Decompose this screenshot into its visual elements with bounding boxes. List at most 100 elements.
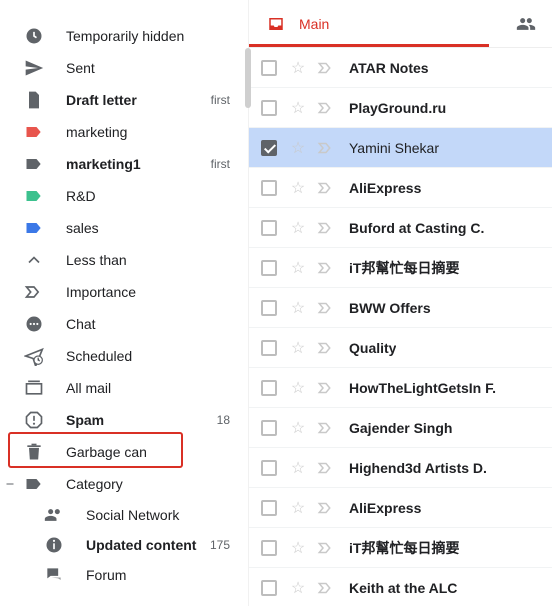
sidebar-item-draft-letter[interactable]: Draft letterfirst	[0, 84, 248, 116]
mail-row[interactable]: ☆iT邦幫忙每日摘要	[249, 528, 552, 568]
mail-row[interactable]: ☆ Highend3d Artists D.	[249, 448, 552, 488]
star-icon[interactable]: ☆	[289, 298, 307, 318]
checkbox[interactable]	[261, 180, 277, 196]
importance-icon[interactable]	[317, 459, 335, 477]
importance-icon[interactable]	[317, 99, 335, 117]
mail-row[interactable]: ☆Gajender Singh	[249, 408, 552, 448]
importance-icon[interactable]	[317, 179, 335, 197]
importance-icon[interactable]	[317, 299, 335, 317]
sidebar-item-label: Importance	[66, 284, 136, 300]
sender-name: AliExpress	[349, 500, 421, 516]
mail-row[interactable]: ☆Yamini Shekar	[249, 128, 552, 168]
importance-icon[interactable]	[317, 379, 335, 397]
sender-name: Highend3d Artists D.	[349, 460, 487, 476]
checkbox[interactable]	[261, 140, 277, 156]
sidebar-item-category[interactable]: Category	[0, 468, 248, 500]
sidebar-item-chat[interactable]: Chat	[0, 308, 248, 340]
checkbox[interactable]	[261, 340, 277, 356]
sidebar-item-label: All mail	[66, 380, 111, 396]
sidebar-item-label: Chat	[66, 316, 96, 332]
checkbox[interactable]	[261, 540, 277, 556]
sender-name: ATAR Notes	[349, 60, 429, 76]
star-icon[interactable]: ☆	[289, 178, 307, 198]
star-icon[interactable]: ☆	[289, 578, 307, 598]
importance-icon[interactable]	[317, 419, 335, 437]
mail-row[interactable]: ☆ Quality	[249, 328, 552, 368]
sidebar-item-social-network[interactable]: Social Network	[0, 500, 248, 530]
mail-row[interactable]: ☆HowTheLightGetsIn F.	[249, 368, 552, 408]
checkbox[interactable]	[261, 500, 277, 516]
checkbox[interactable]	[261, 420, 277, 436]
importance-icon[interactable]	[317, 219, 335, 237]
importance-icon[interactable]	[317, 139, 335, 157]
sender-name: Buford at Casting C.	[349, 220, 484, 236]
star-icon[interactable]: ☆	[289, 498, 307, 518]
chevron-up-icon	[24, 250, 44, 270]
importance-icon[interactable]	[317, 579, 335, 597]
star-icon[interactable]: ☆	[289, 98, 307, 118]
sidebar-item-label: Scheduled	[66, 348, 132, 364]
star-icon[interactable]: ☆	[289, 418, 307, 438]
sidebar-item-badge: 18	[217, 413, 230, 427]
trash-icon	[24, 442, 44, 462]
clock-icon	[24, 26, 44, 46]
sidebar-item-sales[interactable]: sales	[0, 212, 248, 244]
sender-name: Quality	[349, 340, 396, 356]
star-icon[interactable]: ☆	[289, 138, 307, 158]
people-icon	[44, 505, 64, 525]
checkbox[interactable]	[261, 460, 277, 476]
checkbox[interactable]	[261, 60, 277, 76]
mail-row[interactable]: ☆ ATAR Notes	[249, 48, 552, 88]
star-icon[interactable]: ☆	[289, 538, 307, 558]
sidebar-item-less-than[interactable]: Less than	[0, 244, 248, 276]
mail-row[interactable]: ☆BWW Offers	[249, 288, 552, 328]
tab-main[interactable]: Main	[249, 0, 347, 47]
checkbox[interactable]	[261, 300, 277, 316]
importance-icon[interactable]	[317, 539, 335, 557]
collapse-icon[interactable]	[4, 474, 16, 494]
sidebar-item-updated-content[interactable]: Updated content175	[0, 530, 248, 560]
importance-icon[interactable]	[317, 339, 335, 357]
importance-icon[interactable]	[317, 499, 335, 517]
sidebar-item-temporarily-hidden[interactable]: Temporarily hidden	[0, 20, 248, 52]
star-icon[interactable]: ☆	[289, 338, 307, 358]
checkbox[interactable]	[261, 260, 277, 276]
tag-icon	[24, 186, 44, 206]
checkbox[interactable]	[261, 100, 277, 116]
star-icon[interactable]: ☆	[289, 258, 307, 278]
sidebar-item-importance[interactable]: Importance	[0, 276, 248, 308]
scrollbar[interactable]	[245, 48, 251, 108]
sidebar-item-badge: first	[211, 157, 230, 171]
mail-row[interactable]: ☆iT邦幫忙每日摘要	[249, 248, 552, 288]
checkbox[interactable]	[261, 380, 277, 396]
sidebar-item-all-mail[interactable]: All mail	[0, 372, 248, 404]
mail-row[interactable]: ☆ AliExpress	[249, 488, 552, 528]
sidebar-item-label: Social Network	[86, 507, 179, 523]
sidebar-item-r-d[interactable]: R&D	[0, 180, 248, 212]
mail-row[interactable]: ☆PlayGround.ru	[249, 88, 552, 128]
sidebar-item-scheduled[interactable]: Scheduled	[0, 340, 248, 372]
checkbox[interactable]	[261, 580, 277, 596]
sidebar-item-marketing[interactable]: marketing	[0, 116, 248, 148]
sidebar-item-sent[interactable]: Sent	[0, 52, 248, 84]
mail-row[interactable]: ☆ Buford at Casting C.	[249, 208, 552, 248]
tab-social[interactable]	[500, 0, 552, 47]
sidebar-item-label: Spam	[66, 412, 104, 428]
sidebar-item-forum[interactable]: Forum	[0, 560, 248, 590]
tag-icon	[24, 122, 44, 142]
mail-row[interactable]: ☆Keith at the ALC	[249, 568, 552, 606]
sidebar-item-spam[interactable]: Spam 18	[0, 404, 248, 436]
importance-icon[interactable]	[317, 259, 335, 277]
sidebar-item-label: Garbage can	[66, 444, 147, 460]
mail-row[interactable]: ☆AliExpress	[249, 168, 552, 208]
star-icon[interactable]: ☆	[289, 378, 307, 398]
sidebar-item-marketing1[interactable]: marketing1first	[0, 148, 248, 180]
importance-icon[interactable]	[317, 59, 335, 77]
sidebar-item-label: Category	[66, 476, 123, 492]
checkbox[interactable]	[261, 220, 277, 236]
star-icon[interactable]: ☆	[289, 58, 307, 78]
star-icon[interactable]: ☆	[289, 218, 307, 238]
tab-bar: Main	[249, 0, 552, 48]
sidebar-item-garbage-can[interactable]: Garbage can	[0, 436, 248, 468]
star-icon[interactable]: ☆	[289, 458, 307, 478]
